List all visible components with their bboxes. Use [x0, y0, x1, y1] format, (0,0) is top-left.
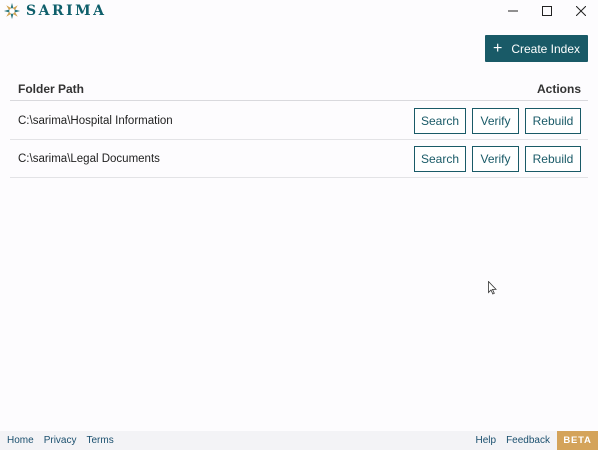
- column-header-actions: Actions: [536, 82, 581, 96]
- app-logo: SARIMA: [3, 2, 107, 20]
- privacy-link[interactable]: Privacy: [44, 435, 77, 446]
- row-actions: Search Verify Rebuild: [414, 146, 581, 172]
- footer-links-right: Help Feedback: [476, 435, 551, 446]
- rebuild-button[interactable]: Rebuild: [525, 146, 581, 172]
- maximize-icon: [542, 6, 552, 16]
- plus-icon: +: [492, 39, 503, 57]
- maximize-button[interactable]: [530, 0, 564, 22]
- sunburst-icon: [3, 2, 21, 20]
- search-button[interactable]: Search: [414, 108, 466, 134]
- table-row: C:\sarima\Legal Documents Search Verify …: [10, 140, 588, 178]
- create-index-button[interactable]: + Create Index: [485, 35, 588, 62]
- create-index-label: Create Index: [511, 41, 581, 56]
- footer-links-left: Home Privacy Terms: [7, 435, 114, 446]
- title-bar: SARIMA: [0, 0, 598, 22]
- help-link[interactable]: Help: [476, 435, 497, 446]
- beta-badge: BETA: [557, 431, 598, 450]
- feedback-link[interactable]: Feedback: [506, 435, 550, 446]
- close-button[interactable]: [564, 0, 598, 22]
- folder-path: C:\sarima\Legal Documents: [18, 153, 160, 165]
- table-header: Folder Path Actions: [10, 77, 588, 101]
- rebuild-button[interactable]: Rebuild: [525, 108, 581, 134]
- table-row: C:\sarima\Hospital Information Search Ve…: [10, 102, 588, 140]
- folder-path: C:\sarima\Hospital Information: [18, 115, 173, 127]
- search-button[interactable]: Search: [414, 146, 466, 172]
- terms-link[interactable]: Terms: [86, 435, 113, 446]
- verify-button[interactable]: Verify: [472, 108, 519, 134]
- verify-button[interactable]: Verify: [472, 146, 519, 172]
- mouse-cursor-icon: [488, 281, 497, 295]
- home-link[interactable]: Home: [7, 435, 34, 446]
- window-controls: [496, 0, 598, 22]
- column-header-folder-path: Folder Path: [18, 82, 85, 96]
- minimize-icon: [508, 10, 518, 12]
- close-icon: [576, 6, 586, 16]
- footer: Home Privacy Terms Help Feedback BETA: [0, 431, 598, 450]
- minimize-button[interactable]: [496, 0, 530, 22]
- app-name: SARIMA: [26, 3, 107, 19]
- row-actions: Search Verify Rebuild: [414, 108, 581, 134]
